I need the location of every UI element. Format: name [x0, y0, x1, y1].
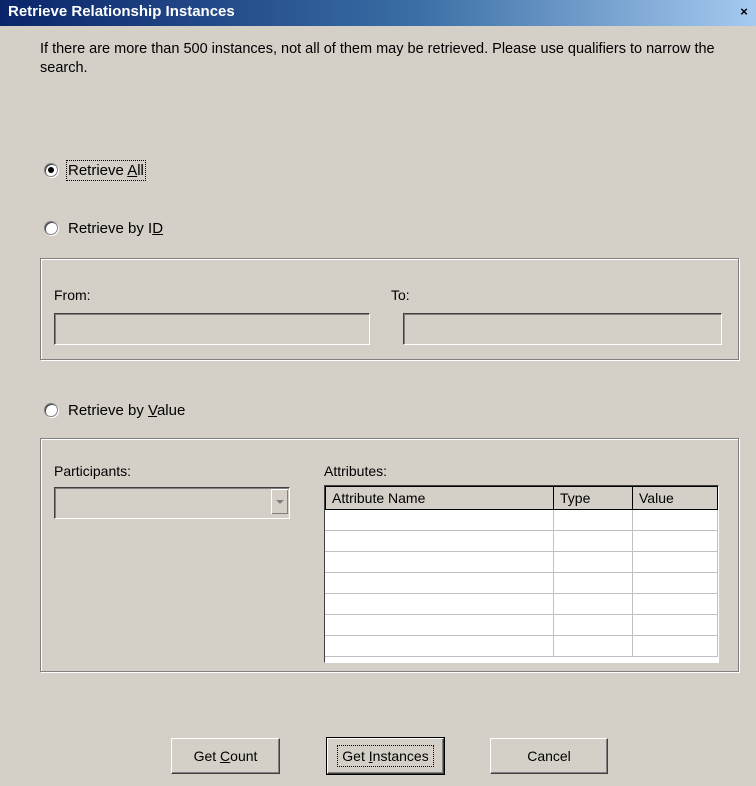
- retrieve-all-radio-indicator[interactable]: [44, 163, 58, 177]
- table-cell[interactable]: [554, 552, 633, 573]
- table-cell[interactable]: [325, 510, 554, 531]
- table-row[interactable]: [325, 552, 718, 573]
- cancel-button[interactable]: Cancel: [490, 738, 608, 774]
- from-label: From:: [54, 287, 91, 303]
- retrieve-by-id-radio-indicator[interactable]: [44, 221, 58, 235]
- table-cell[interactable]: [554, 594, 633, 615]
- table-row[interactable]: [325, 615, 718, 636]
- value-group: Participants: Attributes: Attribute Name…: [40, 438, 739, 672]
- table-row[interactable]: [325, 573, 718, 594]
- get-instances-button[interactable]: Get Instances: [326, 737, 445, 775]
- table-cell[interactable]: [633, 573, 718, 594]
- table-cell[interactable]: [554, 573, 633, 594]
- table-cell[interactable]: [633, 594, 718, 615]
- retrieve-by-value-label: Retrieve by Value: [68, 401, 186, 419]
- table-cell[interactable]: [633, 531, 718, 552]
- table-cell[interactable]: [633, 510, 718, 531]
- from-field[interactable]: [54, 313, 370, 345]
- table-row[interactable]: [325, 510, 718, 531]
- title-bar: Retrieve Relationship Instances ×: [0, 0, 756, 26]
- table-row[interactable]: [325, 636, 718, 657]
- retrieve-by-id-radio[interactable]: Retrieve by ID: [44, 216, 163, 240]
- table-row[interactable]: [325, 594, 718, 615]
- column-header-type[interactable]: Type: [554, 486, 633, 510]
- participants-label: Participants:: [54, 463, 132, 479]
- attributes-table[interactable]: Attribute Name Type Value: [324, 485, 719, 663]
- to-label: To:: [391, 287, 410, 303]
- attributes-label: Attributes:: [324, 463, 388, 479]
- info-text: If there are more than 500 instances, no…: [40, 41, 715, 76]
- table-cell[interactable]: [554, 531, 633, 552]
- table-cell[interactable]: [554, 510, 633, 531]
- column-header-attribute-name[interactable]: Attribute Name: [325, 486, 554, 510]
- table-cell[interactable]: [633, 615, 718, 636]
- retrieve-by-value-radio[interactable]: Retrieve by Value: [44, 398, 185, 422]
- table-cell[interactable]: [633, 636, 718, 657]
- table-cell[interactable]: [325, 573, 554, 594]
- table-cell[interactable]: [325, 594, 554, 615]
- window-title: Retrieve Relationship Instances: [8, 3, 235, 20]
- column-header-value[interactable]: Value: [633, 486, 718, 510]
- radio-selected-dot: [48, 167, 54, 173]
- retrieve-all-radio[interactable]: Retrieve All: [44, 158, 146, 182]
- close-icon[interactable]: ×: [736, 4, 752, 21]
- table-cell[interactable]: [554, 615, 633, 636]
- to-field[interactable]: [403, 313, 722, 345]
- retrieve-by-value-radio-indicator[interactable]: [44, 403, 58, 417]
- participants-combobox[interactable]: [54, 487, 290, 519]
- table-row[interactable]: [325, 531, 718, 552]
- retrieve-by-id-label: Retrieve by ID: [68, 219, 164, 237]
- table-cell[interactable]: [554, 636, 633, 657]
- table-cell[interactable]: [633, 552, 718, 573]
- table-cell[interactable]: [325, 636, 554, 657]
- table-cell[interactable]: [325, 552, 554, 573]
- attributes-table-header: Attribute Name Type Value: [325, 486, 718, 510]
- chevron-down-icon: [276, 500, 284, 504]
- table-cell[interactable]: [325, 531, 554, 552]
- attributes-table-body: [325, 510, 718, 657]
- table-cell[interactable]: [325, 615, 554, 636]
- id-range-group: From: To:: [40, 258, 739, 360]
- participants-dropdown-button[interactable]: [271, 489, 288, 514]
- retrieve-all-label: Retrieve All: [66, 159, 146, 181]
- get-count-button[interactable]: Get Count: [171, 738, 280, 774]
